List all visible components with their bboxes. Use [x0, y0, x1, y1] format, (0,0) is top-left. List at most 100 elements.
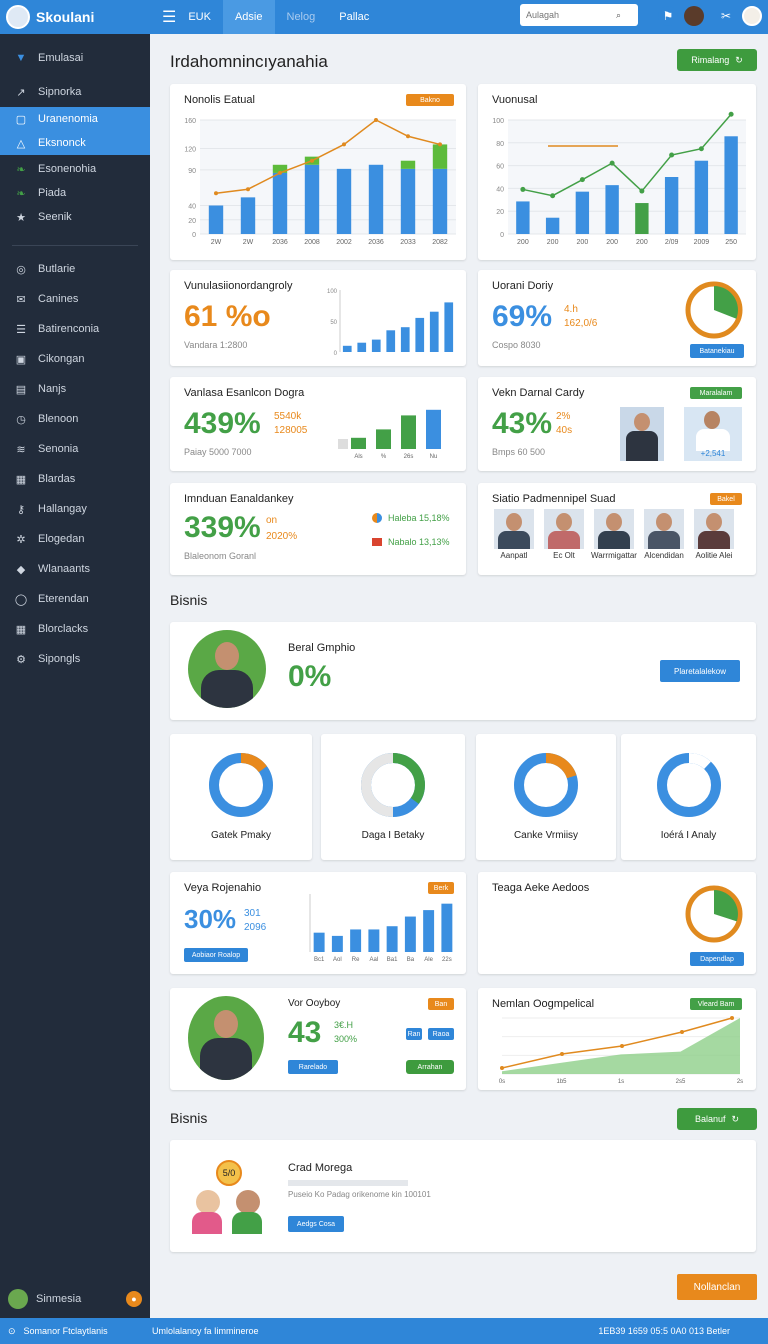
search-box[interactable]: ⌕	[520, 4, 638, 26]
sidebar-item-13[interactable]: ◷ Blenoon	[0, 404, 150, 434]
tick-label: 100	[327, 289, 338, 295]
profile-avatar[interactable]	[742, 6, 762, 26]
card-button[interactable]: Rarelado	[288, 1060, 338, 1074]
avatar	[8, 1289, 28, 1309]
flag-icon[interactable]: ⚑	[658, 6, 678, 26]
team-member-photo[interactable]	[644, 509, 684, 549]
card-stat-5: Imnduan Eanaldankey 339% on 2020% Blaleo…	[170, 483, 466, 575]
card-button[interactable]: Arrahan	[406, 1060, 454, 1074]
sidebar-item-6[interactable]: ❧ Piada	[0, 181, 150, 205]
section-action-button[interactable]: Balanuf ↻	[677, 1108, 757, 1130]
bar	[400, 327, 410, 352]
card-badge[interactable]: Bakel	[710, 493, 742, 505]
line-point	[579, 177, 585, 183]
team-member-name: Warrmigattar	[591, 551, 637, 560]
bar-chart-2: 0 20 40 60 80 100 200 200 200 200 200 2/09 2009 250	[492, 111, 746, 246]
sidebar-item-9[interactable]: ✉ Canines	[0, 284, 150, 314]
card-button[interactable]: Aedgs Cosa	[288, 1216, 344, 1232]
sidebar-item-11[interactable]: ▣ Cikongan	[0, 344, 150, 374]
card-badge[interactable]: Ban	[428, 998, 454, 1010]
x-tick-label: Ale	[424, 957, 433, 963]
line-point	[278, 170, 282, 175]
bottom-action-button[interactable]: Nollanclan	[677, 1274, 757, 1300]
bar	[423, 910, 435, 952]
donut-chart	[209, 753, 273, 817]
sidebar-footer[interactable]: Sinmesia ●	[8, 1286, 142, 1312]
mini-button[interactable]: Raoa	[428, 1028, 454, 1040]
stat-v2: 162,0/6	[564, 318, 598, 329]
sidebar-item-8[interactable]: ◎ Butlarie	[0, 254, 150, 284]
donut-label: Gatek Pmaky	[210, 830, 272, 841]
notification-icon[interactable]: ●	[126, 1291, 142, 1307]
bar	[376, 429, 391, 449]
search-input[interactable]	[526, 10, 616, 20]
team-member-photo[interactable]	[594, 509, 634, 549]
tick-label: 100	[492, 118, 504, 125]
brand[interactable]: Skoulani	[0, 0, 150, 34]
team-member-photo[interactable]	[694, 509, 734, 549]
team-member-photo[interactable]	[494, 509, 534, 549]
sidebar-item-17[interactable]: ✲ Elogedan	[0, 524, 150, 554]
top-action-button[interactable]: Rimalang ↻	[677, 49, 757, 71]
globe-icon: ◎	[16, 263, 26, 276]
card-title: Vekn Darnal Cardy	[492, 387, 585, 399]
tick-label: 160	[184, 118, 196, 125]
sidebar-item-14[interactable]: ≋ Senonia	[0, 434, 150, 464]
triangle-icon: △	[16, 137, 26, 150]
profile-button[interactable]: Plaretalalekow	[660, 660, 740, 682]
card-button[interactable]: Batanekiau	[690, 344, 744, 358]
sidebar-item-10[interactable]: ☰ Batirenconia	[0, 314, 150, 344]
sidebar-item-15[interactable]: ▦ Blardas	[0, 464, 150, 494]
bar	[401, 415, 416, 449]
donut-chart	[656, 753, 721, 817]
team-member-photo[interactable]	[544, 509, 584, 549]
tab-4[interactable]: Pallac	[327, 0, 381, 34]
sidebar-item-7[interactable]: ★ Seenik	[0, 205, 150, 229]
pie-icon	[372, 513, 382, 523]
sidebar-item-20[interactable]: ▦ Blorclacks	[0, 614, 150, 644]
stat-sub: Bmps 60 500	[492, 447, 546, 457]
sidebar-item-4[interactable]: △ Eksnonck	[0, 131, 150, 155]
mini-button[interactable]: Ran	[406, 1028, 422, 1040]
tab-2[interactable]: Adsie	[222, 0, 275, 34]
sidebar-item-12[interactable]: ▤ Nanjs	[0, 374, 150, 404]
bar-chart-1: 0 20 40 90 120 160 2W 2W 2036 2008 2002 2036 2033 208…	[184, 118, 456, 246]
status-right: 1EB39 1659 05:5 0A0 013 Betler	[598, 1326, 730, 1336]
x-tick-label: 2W	[211, 239, 222, 246]
sidebar-item-3[interactable]: ▢ Uranenomia	[0, 107, 150, 131]
card-button[interactable]: Dapendlap	[690, 952, 744, 966]
line-point	[520, 186, 526, 192]
line-point	[406, 134, 410, 139]
sidebar-item-5[interactable]: ❧ Esonenohia	[0, 157, 150, 181]
user-avatar[interactable]	[684, 6, 704, 26]
card-badge[interactable]: Maralalam	[690, 387, 742, 399]
sidebar-item-19[interactable]: ◯ Eterendan	[0, 584, 150, 614]
tab-1[interactable]: EUK	[176, 0, 223, 34]
x-tick-label: 2/09	[665, 239, 679, 246]
tick-label: 0	[500, 232, 504, 239]
main-content: Irdahomnincıyanahia Rimalang ↻ Nonolis Ea…	[150, 34, 768, 1318]
sidebar-item-16[interactable]: ⚷ Hallangay	[0, 494, 150, 524]
card-bar-chart-2: Vuonusal 0 20 40 60 80 100 200 200 200 200 200 2/09…	[478, 84, 756, 260]
tab-3[interactable]: Nelog	[275, 0, 328, 34]
pie-chart-2	[685, 885, 743, 943]
line-point	[438, 142, 442, 147]
tools-icon[interactable]: ✂	[716, 6, 736, 26]
card-donut: Ioérá I Analy	[621, 734, 756, 860]
sidebar-item-1[interactable]: ▼ Emulasai	[0, 46, 150, 70]
card-stat-2: Uorani Doriy 69% 4.h 162,0/6 Cospo 8030 …	[478, 270, 756, 366]
bar-segment	[432, 144, 448, 169]
sidebar-item-21[interactable]: ⚙ Sipongls	[0, 644, 150, 674]
bar	[371, 339, 381, 352]
grid-icon: ▦	[15, 473, 27, 486]
menu-icon[interactable]: ☰	[162, 7, 176, 27]
sidebar-item-2[interactable]: ↗ Sipnorka	[0, 80, 150, 104]
line-point	[342, 142, 346, 147]
stat-v2: 2020%	[266, 531, 298, 542]
tick-label: 0	[192, 232, 196, 239]
box-icon	[372, 538, 382, 546]
search-icon[interactable]: ⌕	[616, 10, 621, 21]
sidebar-item-18[interactable]: ◆ Wlanaants	[0, 554, 150, 584]
line-point	[500, 1066, 504, 1070]
tick-label: 50	[330, 320, 337, 326]
